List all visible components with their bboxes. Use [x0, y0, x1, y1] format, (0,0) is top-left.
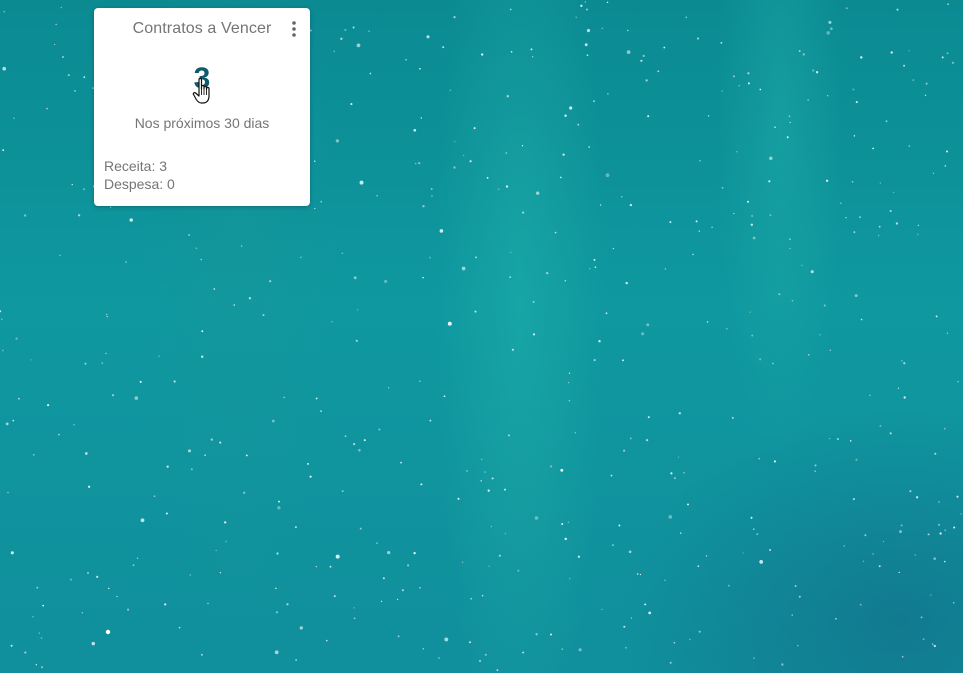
period-subtitle: Nos próximos 30 dias [134, 115, 270, 131]
contracts-count-link[interactable]: 3 [94, 62, 310, 96]
widget-title: Contratos a Vencer [132, 20, 272, 37]
despesa-count: Despesa: 0 [104, 176, 175, 192]
contracts-due-widget: Contratos a Vencer 3 Nos próximos 30 dia… [94, 8, 310, 206]
more-options-button[interactable] [286, 20, 302, 38]
more-vert-icon [292, 21, 296, 37]
receita-count: Receita: 3 [104, 158, 168, 174]
